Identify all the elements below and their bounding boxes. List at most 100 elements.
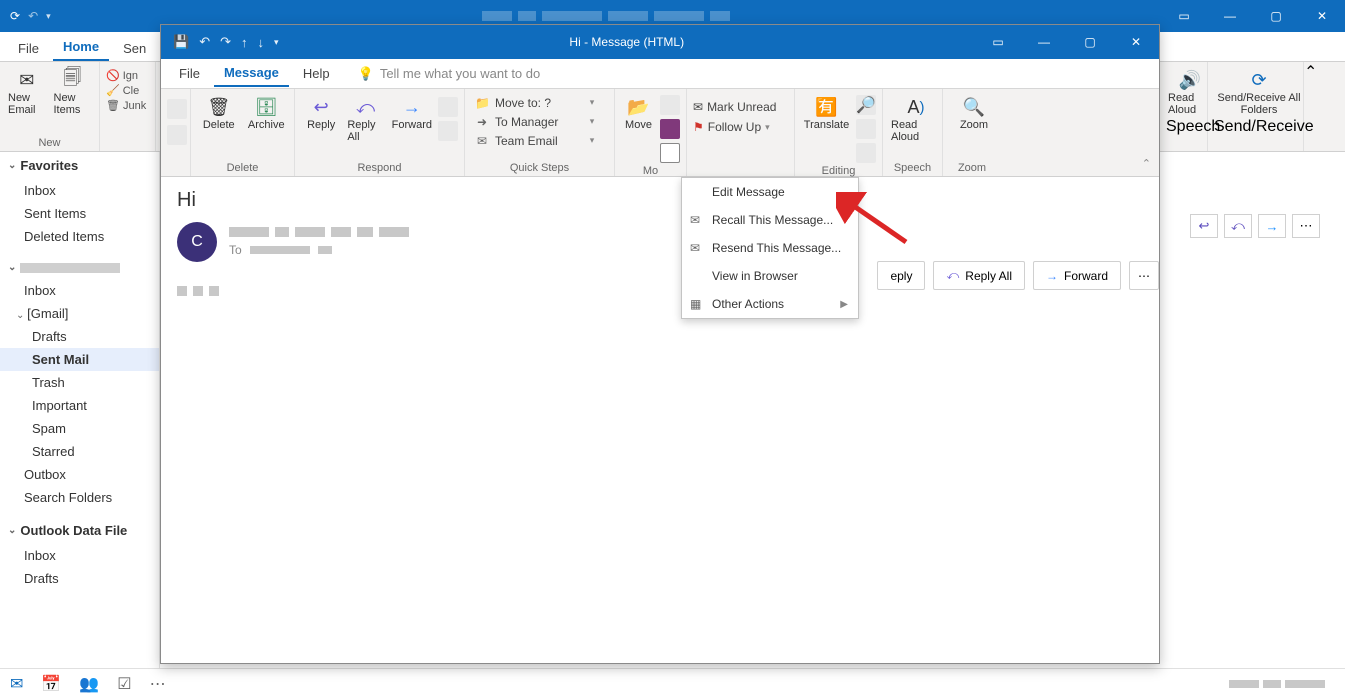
- odf-inbox[interactable]: Inbox: [0, 544, 159, 567]
- speaker-icon: 🔊: [1176, 68, 1204, 92]
- favorites-header[interactable]: ⌄Favorites: [0, 152, 159, 179]
- qat-caret[interactable]: ▾: [46, 11, 51, 22]
- minimize-button[interactable]: —: [1207, 0, 1253, 32]
- next-icon[interactable]: ↓: [258, 35, 265, 50]
- more-respond-small[interactable]: [438, 121, 458, 141]
- translate-button[interactable]: 🈶Translate: [801, 93, 852, 133]
- find-small[interactable]: 🔎: [856, 95, 876, 115]
- gmail-spam[interactable]: Spam: [0, 417, 159, 440]
- outer-more-icon[interactable]: ⋯: [1292, 214, 1320, 238]
- qat-more[interactable]: ▾: [274, 37, 279, 48]
- archive-button[interactable]: 🗄Archive: [245, 93, 289, 133]
- qat-undo-icon[interactable]: ↶: [28, 9, 38, 23]
- msg-maximize-button[interactable]: ▢: [1067, 25, 1113, 59]
- odf-header[interactable]: ⌄Outlook Data File: [0, 517, 159, 544]
- msg-tab-message[interactable]: Message: [214, 60, 289, 87]
- nav-calendar-icon[interactable]: 📅: [41, 674, 61, 694]
- mark-unread-button[interactable]: ✉Mark Unread: [693, 97, 788, 117]
- msg-close-button[interactable]: ✕: [1113, 25, 1159, 59]
- zoom-button[interactable]: 🔍Zoom: [949, 93, 999, 133]
- recall-message-item[interactable]: ✉Recall This Message...: [682, 206, 858, 234]
- gmail-drafts[interactable]: Drafts: [0, 325, 159, 348]
- tab-file[interactable]: File: [8, 36, 49, 61]
- msg-minimize-button[interactable]: —: [1021, 25, 1067, 59]
- fav-sent[interactable]: Sent Items: [0, 202, 159, 225]
- cleanup-button[interactable]: 🧹 Cle: [106, 83, 149, 98]
- acct-inbox[interactable]: Inbox: [0, 279, 159, 302]
- nav-mail-icon[interactable]: ✉: [10, 674, 23, 694]
- respond-group-label: Respond: [301, 160, 458, 176]
- qs-move-to[interactable]: 📁Move to: ?▾: [471, 93, 601, 112]
- outer-forward-icon[interactable]: →: [1258, 214, 1286, 238]
- gmail-sent-mail[interactable]: Sent Mail: [0, 348, 159, 371]
- delete-button[interactable]: 🗑Delete: [197, 93, 241, 133]
- junk-small[interactable]: [167, 125, 187, 145]
- msg-ribbon-collapse[interactable]: ⌃: [1142, 157, 1151, 170]
- ignore-small[interactable]: [167, 99, 187, 119]
- msg-ribbon-opts[interactable]: ▭: [975, 25, 1021, 59]
- chevron-down-icon: ⌄: [8, 160, 16, 171]
- actions-small[interactable]: [660, 143, 680, 163]
- rules-small[interactable]: [660, 95, 680, 115]
- account-header[interactable]: ⌄: [0, 256, 159, 279]
- resend-message-item[interactable]: ✉Resend This Message...: [682, 234, 858, 262]
- follow-up-button[interactable]: ⚑Follow Up ▾: [693, 117, 788, 137]
- gmail-header[interactable]: ⌄ [Gmail]: [0, 302, 159, 325]
- undo-icon[interactable]: ↶: [199, 34, 210, 50]
- body-forward-button[interactable]: →Forward: [1033, 261, 1121, 290]
- gmail-trash[interactable]: Trash: [0, 371, 159, 394]
- message-window: 💾 ↶ ↷ ↑ ↓ ▾ Hi - Message (HTML) ▭ — ▢ ✕ …: [160, 24, 1160, 664]
- send-receive-all-button[interactable]: ⟳ Send/Receive All Folders: [1214, 66, 1304, 118]
- outer-reply-icon[interactable]: ↩: [1190, 214, 1218, 238]
- msg-tab-help[interactable]: Help: [293, 61, 340, 86]
- view-in-browser-item[interactable]: View in Browser: [682, 262, 858, 290]
- msg-tab-file[interactable]: File: [169, 61, 210, 86]
- gmail-starred[interactable]: Starred: [0, 440, 159, 463]
- new-items-button[interactable]: 🗐 New Items: [52, 66, 94, 118]
- odf-drafts[interactable]: Drafts: [0, 567, 159, 590]
- fav-inbox[interactable]: Inbox: [0, 179, 159, 202]
- acct-search-folders[interactable]: Search Folders: [0, 486, 159, 509]
- fav-deleted[interactable]: Deleted Items: [0, 225, 159, 248]
- move-button[interactable]: 📂Move: [621, 93, 656, 133]
- reply-all-button[interactable]: ⤺Reply All: [345, 93, 385, 145]
- prev-icon[interactable]: ↑: [241, 35, 248, 50]
- ribbon-display-icon[interactable]: ▭: [1161, 0, 1207, 32]
- outer-reply-all-icon[interactable]: ⤺: [1224, 214, 1252, 238]
- qs-to-manager[interactable]: ➜To Manager▾: [471, 112, 601, 131]
- save-icon[interactable]: 💾: [173, 34, 189, 50]
- redo-icon[interactable]: ↷: [220, 34, 231, 50]
- other-actions-item[interactable]: ▦Other Actions▶: [682, 290, 858, 318]
- tab-send-receive[interactable]: Sen: [113, 36, 156, 61]
- edit-message-item[interactable]: Edit Message: [682, 178, 858, 206]
- new-email-button[interactable]: ✉ New Email: [6, 66, 48, 118]
- close-button[interactable]: ✕: [1299, 0, 1345, 32]
- refresh-icon[interactable]: ⟳: [10, 9, 20, 23]
- qs-team-email[interactable]: ✉Team Email▾: [471, 131, 601, 150]
- nav-tasks-icon[interactable]: ☑: [117, 674, 131, 694]
- body-reply-all-button[interactable]: ⤺Reply All: [933, 261, 1025, 290]
- forward-button[interactable]: →Forward: [390, 93, 434, 133]
- nav-more-icon[interactable]: ⋯: [150, 674, 166, 694]
- select-small[interactable]: [856, 143, 876, 163]
- read-aloud-button-main[interactable]: 🔊 Read Aloud: [1166, 66, 1214, 118]
- msg-read-aloud-button[interactable]: A)Read Aloud: [889, 93, 943, 145]
- body-reply-button[interactable]: eply: [877, 261, 925, 290]
- acct-outbox[interactable]: Outbox: [0, 463, 159, 486]
- ribbon-collapse-chevron[interactable]: ⌃: [1304, 62, 1317, 151]
- folder-sidebar: ⌄Favorites Inbox Sent Items Deleted Item…: [0, 152, 160, 668]
- related-small[interactable]: [856, 119, 876, 139]
- tab-home[interactable]: Home: [53, 34, 109, 61]
- tell-me-search[interactable]: 💡 Tell me what you want to do: [358, 66, 541, 82]
- gmail-important[interactable]: Important: [0, 394, 159, 417]
- sender-avatar[interactable]: C: [177, 222, 217, 262]
- meeting-small[interactable]: [438, 97, 458, 117]
- ignore-button[interactable]: 🚫 Ign: [106, 68, 149, 83]
- to-label: To: [229, 243, 242, 257]
- reply-button[interactable]: ↩Reply: [301, 93, 341, 133]
- onenote-small[interactable]: [660, 119, 680, 139]
- junk-button[interactable]: 🗑 Junk: [106, 98, 149, 113]
- nav-people-icon[interactable]: 👥: [79, 674, 99, 694]
- body-more-button[interactable]: ⋯: [1129, 261, 1159, 290]
- maximize-button[interactable]: ▢: [1253, 0, 1299, 32]
